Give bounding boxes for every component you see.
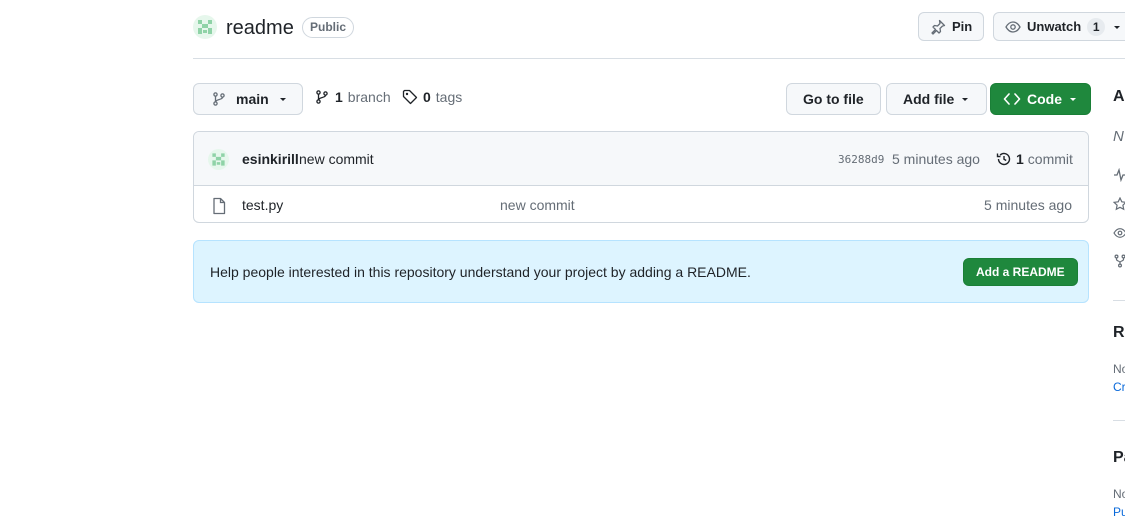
file-name-link[interactable]: test.py	[242, 197, 283, 213]
branch-select-button[interactable]: main	[193, 83, 303, 115]
fork-icon[interactable]	[1113, 254, 1125, 268]
commit-author-link[interactable]: esinkirill	[242, 151, 299, 167]
commit-sha-link[interactable]: 36288d9	[838, 153, 884, 166]
tag-icon	[402, 89, 418, 105]
pin-label: Pin	[952, 19, 973, 34]
code-icon	[1003, 91, 1021, 107]
add-readme-button[interactable]: Add a README	[963, 258, 1078, 286]
branch-count: 1	[335, 89, 343, 105]
add-file-button[interactable]: Add file	[886, 83, 988, 115]
commit-time: 5 minutes ago	[892, 151, 980, 167]
tag-count: 0	[423, 89, 431, 105]
about-description: N	[1113, 128, 1124, 145]
current-branch-label: main	[236, 91, 269, 107]
file-commit-time: 5 minutes ago	[984, 197, 1072, 213]
readme-banner: Help people interested in this repositor…	[193, 240, 1089, 303]
packages-none-text: No	[1113, 487, 1125, 501]
file-commit-message-link[interactable]: new commit	[500, 197, 575, 213]
eye-icon	[1005, 19, 1021, 35]
publish-package-link[interactable]: Pu	[1113, 505, 1125, 519]
visibility-badge: Public	[302, 17, 355, 38]
code-button[interactable]: Code	[990, 83, 1091, 115]
pin-icon	[930, 19, 946, 35]
code-label: Code	[1027, 91, 1062, 107]
branch-word: branch	[347, 89, 391, 105]
git-branch-icon	[211, 91, 227, 107]
activity-icon[interactable]	[1113, 168, 1125, 182]
chevron-down-icon	[278, 94, 288, 104]
go-to-file-button[interactable]: Go to file	[786, 83, 881, 115]
sidebar-divider	[1113, 300, 1125, 301]
chevron-down-icon[interactable]	[1111, 21, 1123, 33]
commit-history-link[interactable]: 1 commit	[996, 151, 1073, 167]
releases-none-text: No	[1113, 362, 1125, 376]
history-icon	[996, 151, 1012, 167]
star-icon[interactable]	[1113, 197, 1125, 211]
chevron-down-icon	[1068, 94, 1078, 104]
go-to-file-label: Go to file	[803, 91, 864, 107]
header-divider	[193, 58, 1125, 59]
packages-heading[interactable]: Pa	[1113, 449, 1125, 467]
unwatch-button[interactable]: Unwatch 1	[993, 12, 1125, 41]
git-branch-icon	[314, 89, 330, 105]
repo-owner-avatar[interactable]	[193, 15, 217, 39]
file-icon	[211, 197, 227, 215]
commit-count: 1	[1016, 151, 1024, 167]
readme-banner-text: Help people interested in this repositor…	[210, 264, 751, 280]
sidebar-divider	[1113, 420, 1125, 421]
latest-commit-row: esinkirill new commit 36288d9 5 minutes …	[194, 132, 1088, 186]
tag-word: tags	[435, 89, 463, 105]
repo-name-link[interactable]: readme	[226, 15, 294, 41]
about-heading: A	[1113, 88, 1125, 105]
chevron-down-icon	[960, 94, 970, 104]
commit-message-link[interactable]: new commit	[299, 151, 374, 167]
commit-word: commit	[1027, 151, 1073, 167]
releases-heading[interactable]: Re	[1113, 324, 1125, 342]
pin-button[interactable]: Pin	[918, 12, 985, 41]
unwatch-label: Unwatch	[1027, 19, 1082, 34]
file-list: esinkirill new commit 36288d9 5 minutes …	[193, 131, 1089, 223]
tags-link[interactable]: 0 tags	[402, 89, 462, 105]
branches-link[interactable]: 1 branch	[314, 89, 391, 105]
commit-author-avatar[interactable]	[208, 149, 229, 170]
add-file-label: Add file	[903, 91, 955, 107]
create-release-link[interactable]: Cr	[1113, 380, 1125, 394]
table-row: test.py new commit 5 minutes ago	[194, 187, 1088, 222]
watch-counter: 1	[1087, 17, 1106, 36]
eye-icon[interactable]	[1113, 226, 1125, 240]
